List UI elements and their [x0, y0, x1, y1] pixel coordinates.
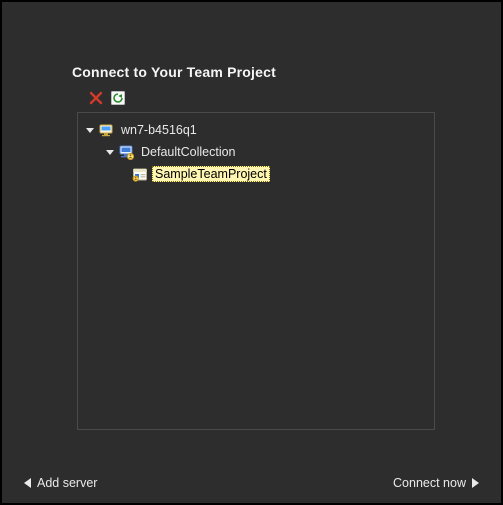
server-tree[interactable]: wn7-b4516q1 DefaultCollection: [77, 112, 435, 430]
tree-node-collection[interactable]: DefaultCollection: [78, 141, 434, 163]
tree-node-label: wn7-b4516q1: [118, 122, 200, 138]
expand-toggle-icon[interactable]: [104, 146, 116, 158]
tree-node-label: DefaultCollection: [138, 144, 239, 160]
collection-icon: [118, 144, 134, 160]
triangle-left-icon: [24, 478, 31, 488]
footer: Add server Connect now: [2, 469, 501, 503]
expand-toggle-icon[interactable]: [84, 124, 96, 136]
toolbar: [88, 88, 126, 108]
tree-node-label: SampleTeamProject: [152, 166, 270, 182]
project-icon: [132, 166, 148, 182]
tree-node-project[interactable]: SampleTeamProject: [78, 163, 434, 185]
server-icon: [98, 122, 114, 138]
add-server-button[interactable]: Add server: [24, 476, 97, 490]
add-server-label: Add server: [37, 476, 97, 490]
connect-now-label: Connect now: [393, 476, 466, 490]
triangle-right-icon: [472, 478, 479, 488]
tree-node-server[interactable]: wn7-b4516q1: [78, 119, 434, 141]
connect-panel: Connect to Your Team Project: [2, 2, 501, 503]
remove-icon[interactable]: [88, 90, 104, 106]
refresh-icon[interactable]: [110, 90, 126, 106]
page-title: Connect to Your Team Project: [72, 64, 276, 80]
connect-now-button[interactable]: Connect now: [393, 476, 479, 490]
